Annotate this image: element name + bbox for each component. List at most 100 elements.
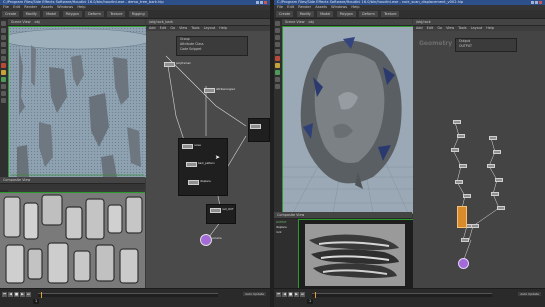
network-node[interactable] <box>182 144 193 149</box>
frame-field[interactable]: 1 <box>33 299 40 304</box>
network-node[interactable] <box>455 180 463 184</box>
network-node[interactable] <box>461 238 469 242</box>
menu-render[interactable]: Render <box>298 5 311 9</box>
step-back-icon[interactable]: ◀ <box>8 292 13 297</box>
network-node[interactable] <box>204 88 215 93</box>
shelf-tab-texture[interactable]: Texture <box>107 11 126 17</box>
timeline-marker[interactable] <box>41 292 42 298</box>
network-node[interactable] <box>164 62 175 67</box>
close-icon[interactable] <box>264 1 267 4</box>
timeline-marker[interactable] <box>315 292 316 298</box>
network-node[interactable] <box>497 206 505 210</box>
viewport-path[interactable]: obj <box>35 20 40 24</box>
record-tool-icon[interactable] <box>275 56 280 61</box>
frame-field[interactable]: 1 <box>307 299 314 304</box>
network-node[interactable] <box>495 178 503 182</box>
jump-end-icon[interactable]: ⏭ <box>26 292 31 297</box>
shelf-tab-model[interactable]: Model <box>43 11 60 17</box>
stop-icon[interactable]: ■ <box>14 292 19 297</box>
menu-edit[interactable]: Edit <box>287 5 294 9</box>
move-tool-icon[interactable] <box>1 28 6 33</box>
viewport-path[interactable]: obj <box>309 20 314 24</box>
jump-end-icon[interactable]: ⏭ <box>300 292 305 297</box>
shelf-tab-model[interactable]: Model <box>317 11 334 17</box>
tab-scene-view[interactable]: Scene View <box>285 20 304 24</box>
network-node[interactable] <box>471 224 479 228</box>
network-node[interactable] <box>491 192 499 196</box>
network-node[interactable] <box>210 208 221 213</box>
scene-viewport[interactable] <box>8 26 147 178</box>
network-editor[interactable]: Add Edit Go View Tools Layout Help Geome… <box>413 26 545 289</box>
scene-viewport[interactable] <box>282 26 414 214</box>
minimize-icon[interactable] <box>531 1 534 4</box>
rotate-tool-icon[interactable] <box>1 35 6 40</box>
menu-edit[interactable]: Edit <box>13 5 20 9</box>
scale-tool-icon[interactable] <box>275 42 280 47</box>
select-tool-icon[interactable] <box>1 21 6 26</box>
pose-tool-icon[interactable] <box>1 56 6 61</box>
step-back-icon[interactable]: ◀ <box>282 292 287 297</box>
composite-viewer[interactable] <box>0 192 145 290</box>
shelf-tab-deform[interactable]: Deform <box>85 11 104 17</box>
menu-windows[interactable]: Windows <box>331 5 347 9</box>
network-editor[interactable]: Add Edit Go View Tools Layout Help Group… <box>146 26 270 289</box>
light-tool-icon[interactable] <box>1 70 6 75</box>
menu-assets[interactable]: Assets <box>315 5 327 9</box>
tab-composite-view[interactable]: Composite View <box>3 178 30 182</box>
record-tool-icon[interactable] <box>1 63 6 68</box>
play-icon[interactable]: ▶ <box>294 292 299 297</box>
maximize-icon[interactable] <box>535 1 538 4</box>
camera-tool-icon[interactable] <box>1 77 6 82</box>
shelf-tab-rigging[interactable]: Rigging <box>128 11 148 17</box>
shelf-tab-polygon[interactable]: Polygon <box>336 11 356 17</box>
menu-render[interactable]: Render <box>24 5 37 9</box>
view-tool-icon[interactable] <box>275 84 280 89</box>
minimize-icon[interactable] <box>256 1 259 4</box>
tab-scene-view[interactable]: Scene View <box>11 20 30 24</box>
close-icon[interactable] <box>539 1 542 4</box>
menu-file[interactable]: File <box>3 5 9 9</box>
timeline-slider[interactable] <box>38 292 218 298</box>
menu-windows[interactable]: Windows <box>57 5 73 9</box>
volume-node-icon[interactable] <box>200 234 212 246</box>
tab-network[interactable]: /obj/rock_bark <box>149 20 173 24</box>
move-tool-icon[interactable] <box>275 28 280 33</box>
network-node[interactable] <box>250 124 261 129</box>
grid-tool-icon[interactable] <box>1 98 6 103</box>
selected-node-highlight[interactable] <box>457 206 467 228</box>
handle-tool-icon[interactable] <box>275 49 280 54</box>
tab-composite-view[interactable]: Composite View <box>277 213 304 217</box>
play-icon[interactable]: ▶ <box>20 292 25 297</box>
menu-help[interactable]: Help <box>77 5 85 9</box>
tab-network[interactable]: /obj/rock <box>416 20 431 24</box>
view-tool-icon[interactable] <box>1 91 6 96</box>
menu-assets[interactable]: Assets <box>41 5 53 9</box>
auto-update-status[interactable]: Auto Update <box>518 292 541 296</box>
rotate-tool-icon[interactable] <box>275 35 280 40</box>
network-node[interactable] <box>459 164 467 168</box>
network-node[interactable] <box>451 148 459 152</box>
network-node[interactable] <box>463 194 471 198</box>
shelf-tab-create[interactable]: Create <box>2 11 20 17</box>
shelf-tab-texture[interactable]: Texture <box>381 11 400 17</box>
menu-help[interactable]: Help <box>351 5 359 9</box>
network-node[interactable] <box>186 162 197 167</box>
composite-viewer[interactable] <box>298 219 414 291</box>
network-node[interactable] <box>457 134 465 138</box>
light-tool-icon[interactable] <box>275 63 280 68</box>
auto-update-status[interactable]: Auto Update <box>243 292 266 296</box>
jump-start-icon[interactable]: ⏮ <box>2 292 7 297</box>
camera-tool-icon[interactable] <box>275 70 280 75</box>
menu-file[interactable]: File <box>277 5 283 9</box>
shelf-tab-deform[interactable]: Deform <box>359 11 378 17</box>
network-node[interactable] <box>453 120 461 124</box>
stop-icon[interactable]: ■ <box>288 292 293 297</box>
snap-tool-icon[interactable] <box>1 84 6 89</box>
shelf-tab-modify[interactable]: Modify <box>296 11 314 17</box>
shelf-tab-polygon[interactable]: Polygon <box>62 11 82 17</box>
network-node[interactable] <box>487 164 495 168</box>
maximize-icon[interactable] <box>260 1 263 4</box>
network-node[interactable] <box>188 180 199 185</box>
timeline-slider[interactable] <box>312 292 492 298</box>
network-node[interactable] <box>489 136 497 140</box>
